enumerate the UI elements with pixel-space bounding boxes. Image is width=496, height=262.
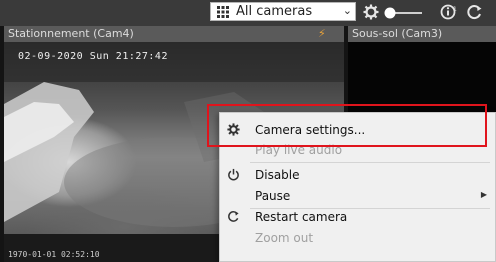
menu-item-camera-settings[interactable]: Camera settings... — [220, 120, 495, 140]
menu-item-zoom-out: Zoom out — [220, 228, 495, 248]
menu-item-play-live-audio: Play live audio — [220, 140, 495, 160]
camera-pane-title: Sous-sol (Cam3) — [352, 27, 443, 40]
menu-item-label: Camera settings... — [255, 123, 366, 137]
toolbar: All cameras ⌄ 1 — [0, 0, 496, 26]
menu-item-label: Pause — [255, 189, 291, 203]
menu-item-restart-camera[interactable]: Restart camera — [220, 207, 495, 227]
camera-select[interactable]: All cameras ⌄ — [210, 2, 356, 21]
menu-item-pause[interactable]: Pause ▶ — [220, 186, 495, 206]
camera-pane-title: Stationnement (Cam4) — [8, 27, 134, 40]
restart-icon — [226, 210, 240, 224]
toggle-icon[interactable] — [382, 5, 424, 24]
menu-item-disable[interactable]: Disable — [220, 165, 495, 185]
grid-icon — [214, 3, 232, 21]
gear-icon — [226, 123, 240, 137]
video-timestamp: 02-09-2020 Sun 21:27:42 — [18, 51, 168, 62]
refresh-icon[interactable] — [466, 4, 484, 24]
menu-item-label: Zoom out — [255, 231, 314, 245]
gear-icon[interactable] — [363, 4, 379, 24]
context-menu: Camera settings... Play live audio Disab… — [219, 112, 496, 262]
chevron-down-icon[interactable]: ⌄ — [343, 4, 352, 17]
camera-pane-header: Sous-sol (Cam3) — [348, 26, 496, 42]
menu-item-label: Restart camera — [255, 210, 348, 224]
menu-item-label: Play live audio — [255, 143, 343, 157]
svg-text:1: 1 — [453, 6, 457, 13]
menu-separator — [250, 162, 490, 163]
submenu-arrow-icon: ▶ — [480, 190, 487, 199]
alert-icon: ⚡ — [318, 27, 326, 40]
camera-pane-header: Stationnement (Cam4) ⚡ — [4, 26, 344, 42]
info-icon[interactable]: 1 — [440, 4, 458, 24]
menu-item-label: Disable — [255, 168, 300, 182]
camera-select-value: All cameras — [236, 4, 313, 19]
power-icon — [226, 168, 240, 182]
video-bottom-timestamp: 1970-01-01 02:52:10 — [8, 250, 100, 259]
